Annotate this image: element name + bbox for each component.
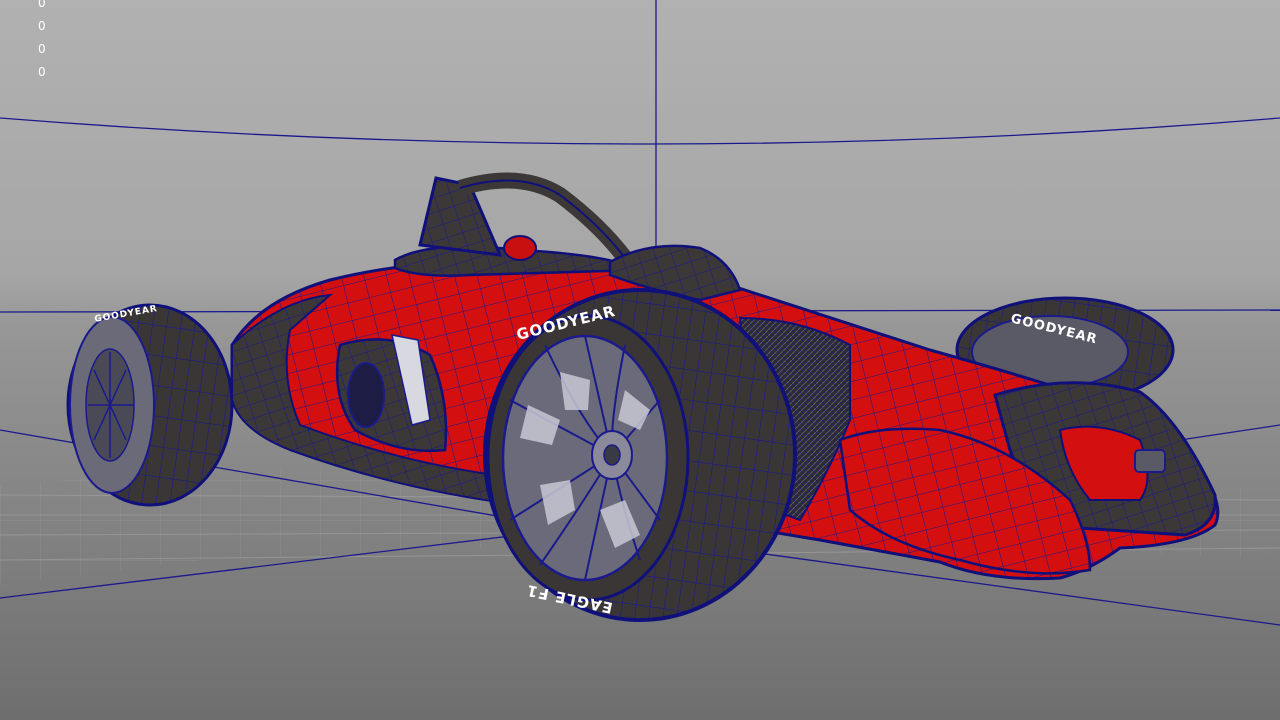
hud-stat-value: 0: [38, 65, 46, 79]
hud-stat-value: 0: [38, 42, 46, 56]
hud-stat-value: 0: [38, 0, 46, 10]
front-rim: [501, 334, 669, 582]
front-left-wheel[interactable]: [66, 303, 234, 507]
hud-stat-value: 0: [38, 19, 46, 33]
viewport-canvas[interactable]: GOODYEAR GOODYEAR EAGLE F1 GOODYEAR: [0, 0, 1280, 720]
maya-3d-viewport[interactable]: GOODYEAR GOODYEAR EAGLE F1 GOODYEAR 0 0 …: [0, 0, 1280, 720]
steering-wheel: [503, 235, 537, 261]
front-right-wheel[interactable]: GOODYEAR EAGLE F1: [483, 288, 797, 622]
hud-stats-overlay: 0 0 0 0: [38, 0, 46, 84]
